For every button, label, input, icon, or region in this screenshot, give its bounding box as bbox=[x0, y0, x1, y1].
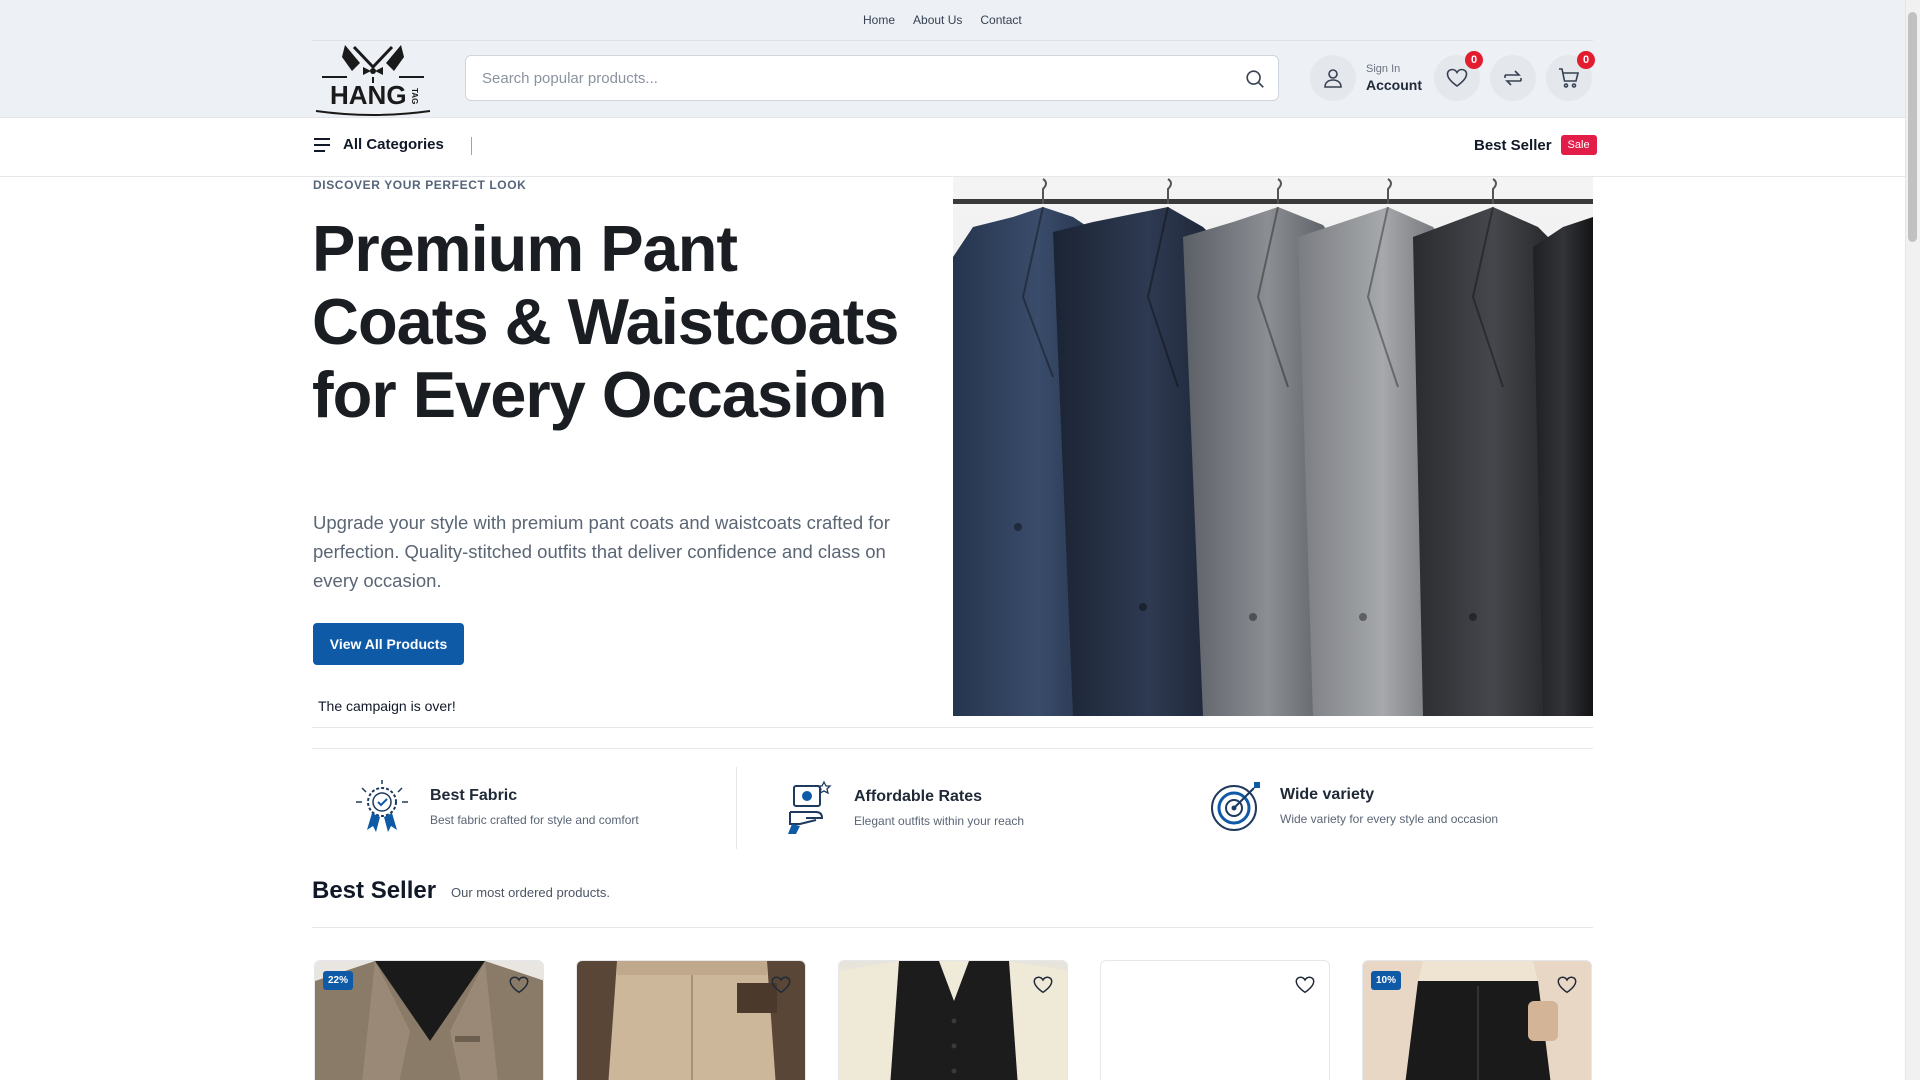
best-seller-title: Best Seller bbox=[312, 877, 437, 904]
top-nav: Home About Us Contact bbox=[863, 13, 1022, 27]
nav-about-link[interactable]: About Us bbox=[913, 13, 962, 27]
product-card[interactable]: 10% bbox=[1362, 960, 1592, 1080]
all-categories-label: All Categories bbox=[343, 136, 444, 153]
search-icon[interactable] bbox=[1242, 66, 1268, 92]
account-text: Account bbox=[1366, 77, 1422, 93]
product-card[interactable] bbox=[1100, 960, 1330, 1080]
heart-icon[interactable] bbox=[1293, 973, 1317, 997]
campaign-status-text: The campaign is over! bbox=[318, 698, 456, 714]
header-divider bbox=[312, 40, 1593, 41]
wishlist-button[interactable]: 0 bbox=[1434, 51, 1483, 101]
features-divider bbox=[312, 748, 1593, 749]
all-categories-button[interactable]: All Categories bbox=[313, 136, 444, 153]
section-divider bbox=[312, 927, 1593, 928]
cart-icon bbox=[1559, 68, 1580, 88]
category-bar: All Categories Best Seller Sale bbox=[0, 118, 1905, 177]
heart-icon bbox=[1446, 68, 1468, 87]
best-seller-label: Best Seller bbox=[1474, 136, 1552, 154]
hangtag-logo[interactable]: HANG TAG bbox=[312, 41, 434, 117]
feature-title: Affordable Rates bbox=[854, 788, 983, 805]
award-badge-icon bbox=[356, 780, 408, 832]
discount-badge: 10% bbox=[1371, 971, 1402, 990]
product-card[interactable]: 22% bbox=[314, 960, 544, 1080]
sale-badge: Sale bbox=[1560, 135, 1597, 155]
hero-image-suits bbox=[953, 177, 1593, 716]
cart-count-badge: 0 bbox=[1577, 51, 1595, 69]
nav-home-link[interactable]: Home bbox=[863, 13, 895, 27]
feature-title: Best Fabric bbox=[430, 787, 518, 804]
top-header: Home About Us Contact HANG TAG Sign In A… bbox=[0, 0, 1905, 118]
hero-title: Premium Pant Coats & Waistcoats for Ever… bbox=[312, 212, 899, 431]
category-separator bbox=[471, 137, 472, 155]
price-hand-icon bbox=[788, 780, 832, 834]
user-icon bbox=[1310, 55, 1356, 101]
compare-button[interactable] bbox=[1490, 55, 1536, 101]
scrollbar-thumb[interactable] bbox=[1908, 12, 1917, 242]
heart-icon[interactable] bbox=[1555, 973, 1579, 997]
feature-desc: Elegant outfits within your reach bbox=[854, 814, 1025, 828]
discount-badge: 22% bbox=[323, 971, 354, 990]
account-label: Sign In Account bbox=[1366, 63, 1422, 93]
sign-in-text: Sign In bbox=[1366, 63, 1401, 75]
page-scrollbar[interactable] bbox=[1905, 0, 1920, 1080]
feature-title: Wide variety bbox=[1280, 786, 1375, 803]
feature-best-fabric: Best Fabric Best fabric crafted for styl… bbox=[352, 780, 639, 834]
wishlist-count-badge: 0 bbox=[1465, 51, 1483, 69]
search-bar bbox=[465, 55, 1279, 101]
feature-separator bbox=[736, 767, 737, 849]
heart-icon[interactable] bbox=[507, 973, 531, 997]
heart-icon[interactable] bbox=[769, 973, 793, 997]
logo-text: HANG bbox=[330, 80, 407, 110]
hero-description: Upgrade your style with premium pant coa… bbox=[313, 512, 890, 591]
product-card[interactable] bbox=[838, 960, 1068, 1080]
feature-desc: Best fabric crafted for style and comfor… bbox=[430, 813, 639, 827]
cart-button[interactable]: 0 bbox=[1546, 51, 1595, 101]
heart-icon[interactable] bbox=[1031, 973, 1055, 997]
compare-arrows-icon bbox=[1504, 70, 1522, 86]
target-icon bbox=[1211, 782, 1260, 831]
menu-icon bbox=[314, 137, 330, 152]
hero-eyebrow: DISCOVER YOUR PERFECT LOOK bbox=[313, 178, 527, 192]
account-button[interactable]: Sign In Account bbox=[1310, 55, 1422, 101]
logo-small-text: TAG bbox=[410, 88, 419, 104]
best-seller-link[interactable]: Best Seller Sale bbox=[1474, 135, 1597, 155]
nav-contact-link[interactable]: Contact bbox=[980, 13, 1021, 27]
feature-wide-variety: Wide variety Wide variety for every styl… bbox=[1210, 780, 1498, 832]
search-input[interactable] bbox=[482, 56, 1202, 100]
best-seller-subtitle: Our most ordered products. bbox=[451, 885, 610, 900]
feature-desc: Wide variety for every style and occasio… bbox=[1280, 812, 1499, 826]
view-all-products-button[interactable]: View All Products bbox=[313, 623, 464, 665]
hero-divider bbox=[312, 727, 1593, 728]
feature-affordable-rates: Affordable Rates Elegant outfits within … bbox=[786, 780, 1024, 836]
product-card[interactable] bbox=[576, 960, 806, 1080]
